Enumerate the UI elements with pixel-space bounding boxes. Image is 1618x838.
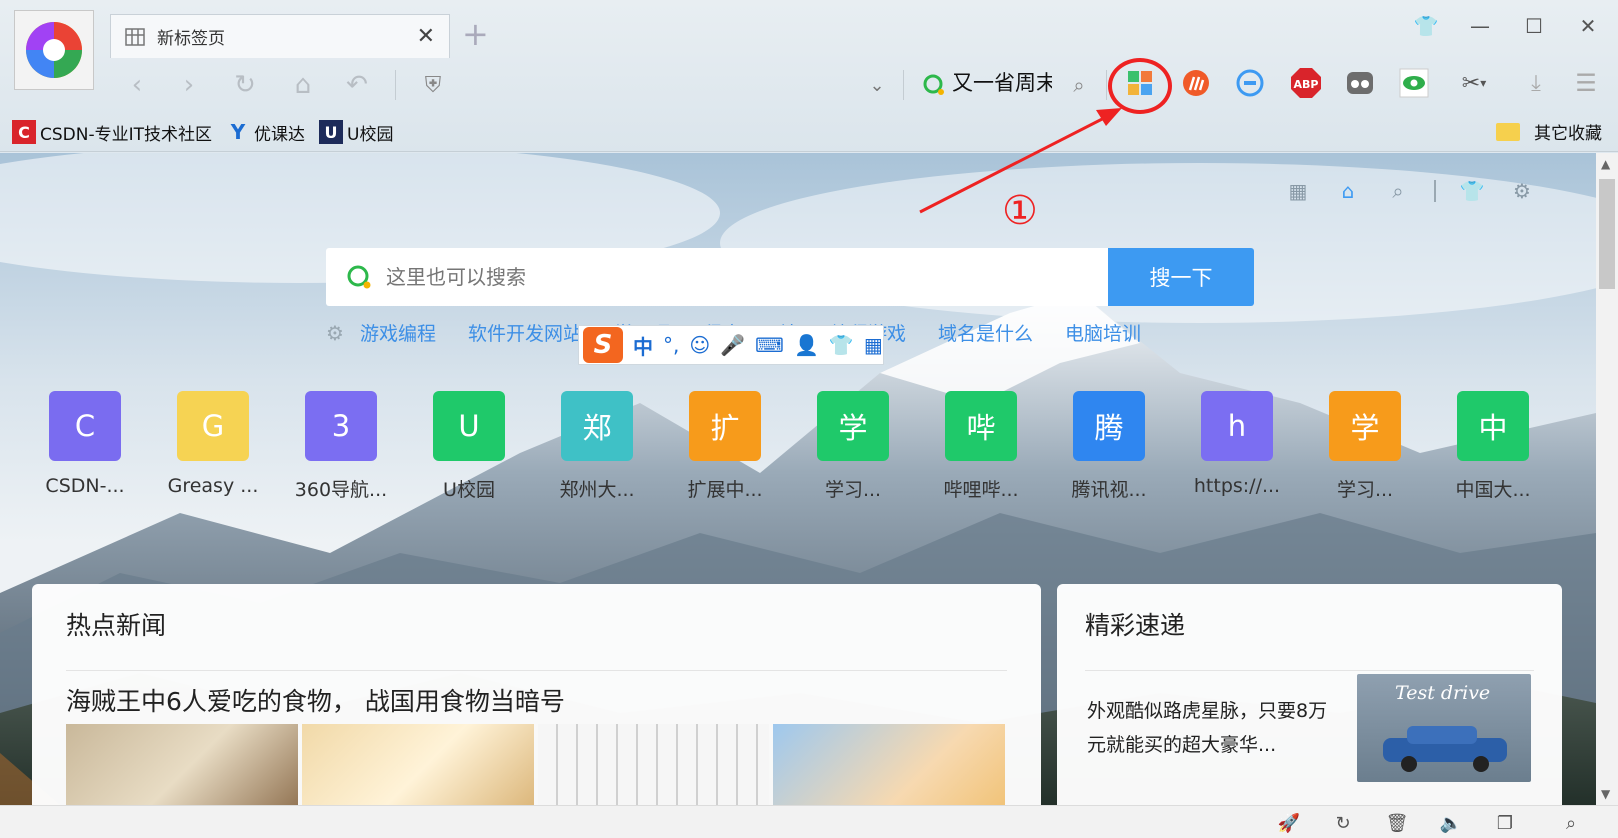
- scroll-down-icon[interactable]: ▼: [1601, 787, 1610, 801]
- scroll-up-icon[interactable]: ▲: [1601, 157, 1610, 171]
- rocket-icon[interactable]: 🚀: [1276, 810, 1302, 836]
- speedup-icon[interactable]: ↻: [1330, 810, 1356, 836]
- zoom-icon[interactable]: ⌕: [1558, 810, 1584, 836]
- sound-icon[interactable]: 🔈: [1438, 810, 1464, 836]
- annotation-number: ①: [1002, 188, 1038, 234]
- vertical-scrollbar[interactable]: ▲ ▼: [1596, 153, 1618, 805]
- window-icon[interactable]: ❐: [1492, 810, 1518, 836]
- annotation-circle: [1108, 58, 1172, 114]
- scrollbar-thumb[interactable]: [1599, 179, 1615, 289]
- annotation-overlay: [919, 108, 1122, 214]
- status-bar: 🚀 ↻ 🗑 🔈 ❐ ⌕: [0, 805, 1618, 838]
- trash-icon[interactable]: 🗑: [1384, 810, 1410, 836]
